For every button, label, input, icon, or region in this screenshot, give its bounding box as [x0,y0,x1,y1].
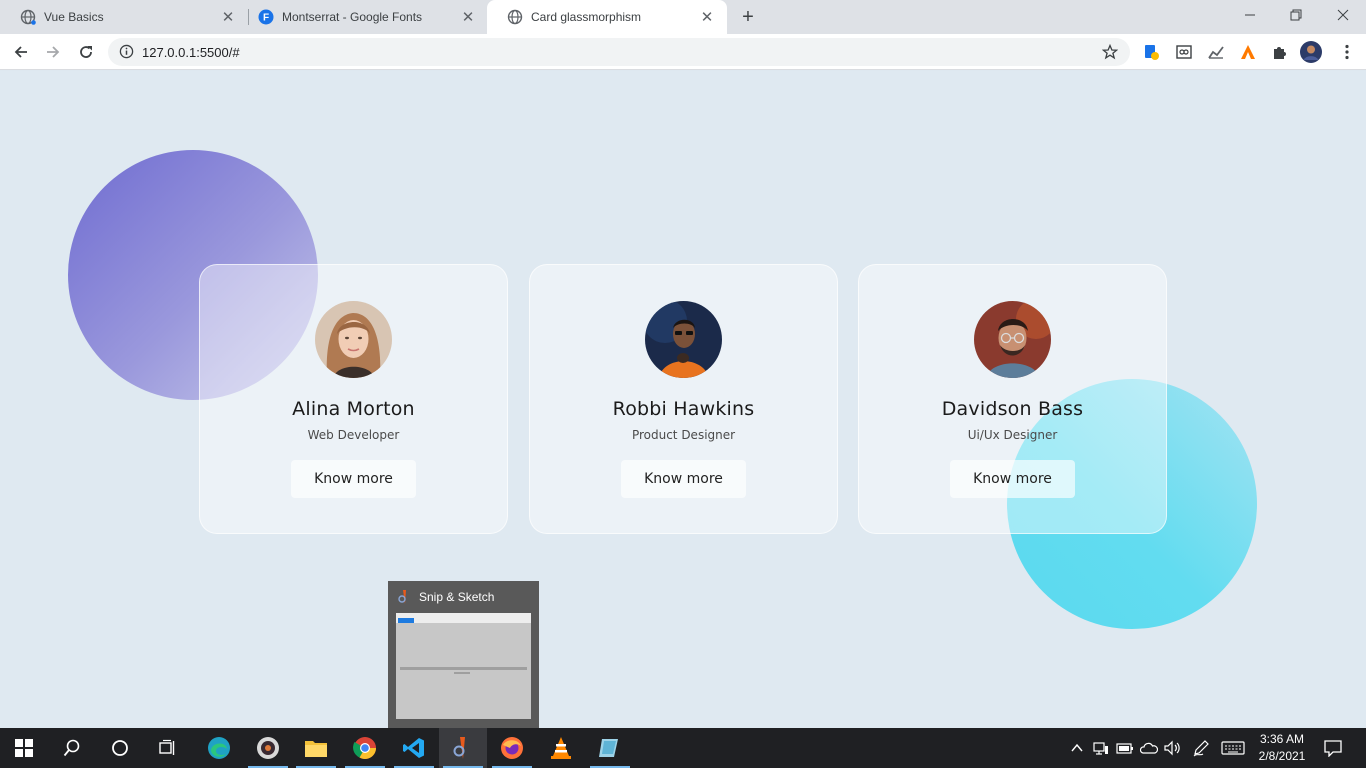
web-page: Alina Morton Web Developer Know more Rob… [0,71,1366,728]
card-role: Ui/Ux Designer [967,428,1058,442]
snip-sketch-icon [397,589,413,605]
url-text: 127.0.0.1:5500/# [142,45,240,60]
svg-text:F: F [263,13,269,24]
bookmark-star-icon[interactable] [1101,43,1119,65]
extension-doc-icon[interactable] [1140,41,1162,63]
onedrive-icon[interactable] [1140,739,1158,757]
tab-title: Vue Basics [44,10,104,24]
thumbnail-title: Snip & Sketch [419,590,495,604]
preview-new-button [398,618,414,623]
minimize-icon[interactable] [1227,0,1273,30]
preview-text-line [400,667,527,670]
preview-text-line [454,672,470,674]
info-icon[interactable] [119,44,134,64]
preview-titlebar [396,613,531,623]
network-icon[interactable] [1092,739,1110,757]
card-role: Web Developer [307,428,400,442]
tab-montserrat[interactable]: F Montserrat - Google Fonts ✕ [238,0,488,34]
know-more-button[interactable]: Know more [291,460,416,498]
extension-reader-icon[interactable] [1173,41,1195,63]
close-icon[interactable]: ✕ [460,9,476,26]
know-more-button[interactable]: Know more [621,460,746,498]
extensions-puzzle-icon[interactable] [1269,41,1291,63]
notifications-icon[interactable] [1324,739,1342,757]
profile-card: Alina Morton Web Developer Know more [199,264,508,534]
edge-icon[interactable] [195,728,243,768]
tab-title: Montserrat - Google Fonts [282,10,423,24]
address-bar[interactable]: 127.0.0.1:5500/# [108,38,1130,66]
browser-tab-strip: Vue Basics ✕ F Montserrat - Google Fonts… [0,0,1366,34]
clock-date: 2/8/2021 [1258,749,1306,763]
reload-icon[interactable] [74,40,98,64]
card-name: Robbi Hawkins [612,398,755,420]
more-menu-icon[interactable] [1336,41,1358,63]
vlc-icon[interactable] [537,728,585,768]
extension-stats-icon[interactable] [1205,41,1227,63]
profile-card: Robbi Hawkins Product Designer Know more [529,264,838,534]
globe-icon [507,9,523,25]
close-window-icon[interactable] [1320,0,1366,30]
media-player-icon[interactable] [244,728,292,768]
back-icon[interactable] [9,40,33,64]
tab-vue-basics[interactable]: Vue Basics ✕ [0,0,248,34]
clock-time: 3:36 AM [1259,732,1305,746]
browser-toolbar: 127.0.0.1:5500/# [0,34,1366,70]
app-icon[interactable] [586,728,634,768]
chrome-icon[interactable] [341,728,389,768]
tab-title: Card glassmorphism [531,10,642,24]
tab-card-glassmorphism[interactable]: Card glassmorphism ✕ [487,0,727,34]
keyboard-icon[interactable] [1220,739,1246,757]
card-role: Product Designer [631,428,736,442]
windows-taskbar: 3:36 AM 2/8/2021 [0,728,1366,768]
start-icon[interactable] [0,728,48,768]
globe-icon [20,9,36,25]
restore-icon[interactable] [1273,0,1319,30]
know-more-button[interactable]: Know more [950,460,1075,498]
chevron-up-icon[interactable] [1068,739,1086,757]
profile-card: Davidson Bass Ui/Ux Designer Know more [858,264,1167,534]
avatar [315,301,392,378]
avatar [645,301,722,378]
close-icon[interactable]: ✕ [699,9,715,26]
card-name: Davidson Bass [941,398,1084,420]
snip-sketch-thumbnail[interactable]: Snip & Sketch [388,581,539,728]
task-view-icon[interactable] [144,728,192,768]
forward-icon[interactable] [41,40,65,64]
window-preview [396,613,531,719]
system-clock[interactable]: 3:36 AM 2/8/2021 [1252,731,1312,765]
avatar [974,301,1051,378]
file-explorer-icon[interactable] [292,728,340,768]
close-icon[interactable]: ✕ [220,9,236,26]
vscode-icon[interactable] [390,728,438,768]
card-name: Alina Morton [292,398,415,420]
firefox-icon[interactable] [488,728,536,768]
cortana-icon[interactable] [96,728,144,768]
profile-avatar[interactable] [1300,41,1322,63]
snip-sketch-icon[interactable] [439,728,487,768]
google-fonts-icon: F [258,9,274,25]
search-icon[interactable] [48,728,96,768]
extension-avast-icon[interactable] [1237,41,1259,63]
new-tab-button[interactable]: + [736,5,760,29]
pen-icon[interactable] [1192,739,1210,757]
battery-icon[interactable] [1116,739,1134,757]
volume-icon[interactable] [1164,739,1182,757]
